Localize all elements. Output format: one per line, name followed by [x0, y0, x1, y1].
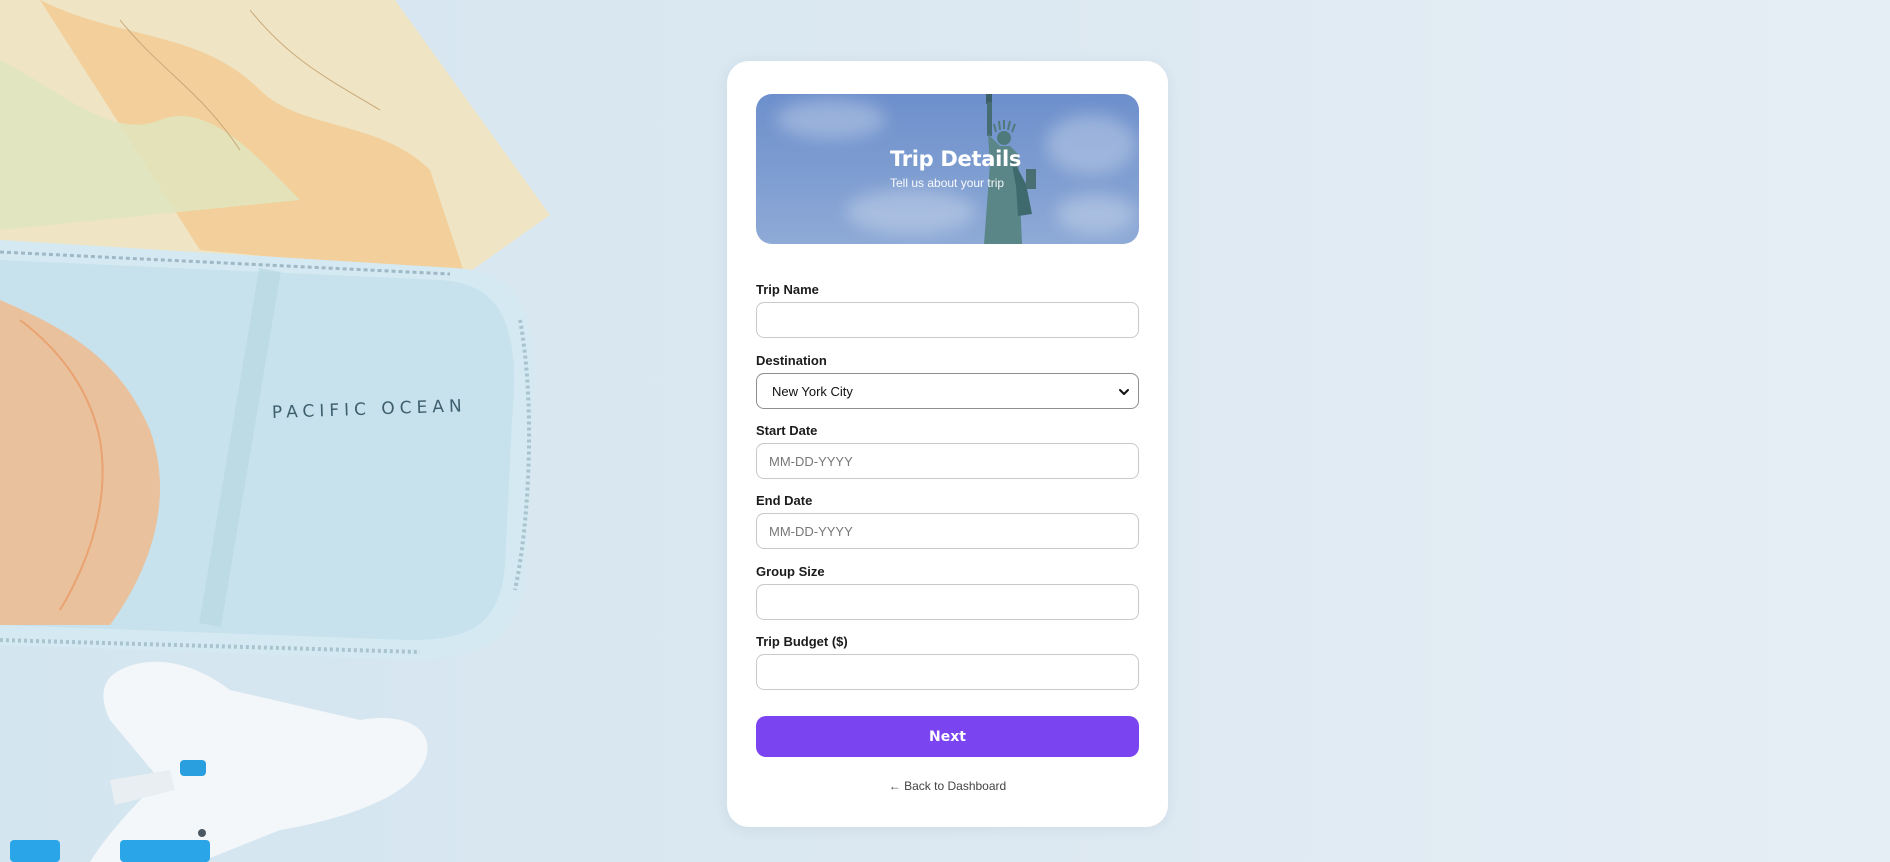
trip-details-card: Trip Details Tell us about your trip Tri… [727, 61, 1168, 827]
start-date-input[interactable] [756, 443, 1139, 479]
trip-budget-label: Trip Budget ($) [756, 634, 848, 649]
hero-text: Trip Details Tell us about your trip [890, 147, 1021, 190]
destination-selected-value: New York City [772, 384, 853, 399]
destination-select[interactable]: New York City [756, 373, 1139, 409]
hero-banner: Trip Details Tell us about your trip [756, 94, 1139, 244]
group-size-label: Group Size [756, 564, 825, 579]
map-ocean-label: PACIFIC OCEAN [271, 396, 468, 423]
group-size-input[interactable] [756, 584, 1139, 620]
destination-label: Destination [756, 353, 827, 368]
end-date-label: End Date [756, 493, 813, 508]
back-to-dashboard-link[interactable]: ← Back to Dashboard [727, 779, 1168, 793]
page-subtitle: Tell us about your trip [890, 176, 1005, 190]
map-and-plane-illustration [0, 0, 550, 862]
page-title: Trip Details [890, 147, 1022, 171]
end-date-input[interactable] [756, 513, 1139, 549]
trip-name-label: Trip Name [756, 282, 819, 297]
trip-budget-input[interactable] [756, 654, 1139, 690]
next-button[interactable]: Next [756, 716, 1139, 757]
background-travel-image: PACIFIC OCEAN [0, 0, 560, 862]
start-date-label: Start Date [756, 423, 818, 438]
trip-name-input[interactable] [756, 302, 1139, 338]
chevron-down-icon [1119, 389, 1129, 395]
